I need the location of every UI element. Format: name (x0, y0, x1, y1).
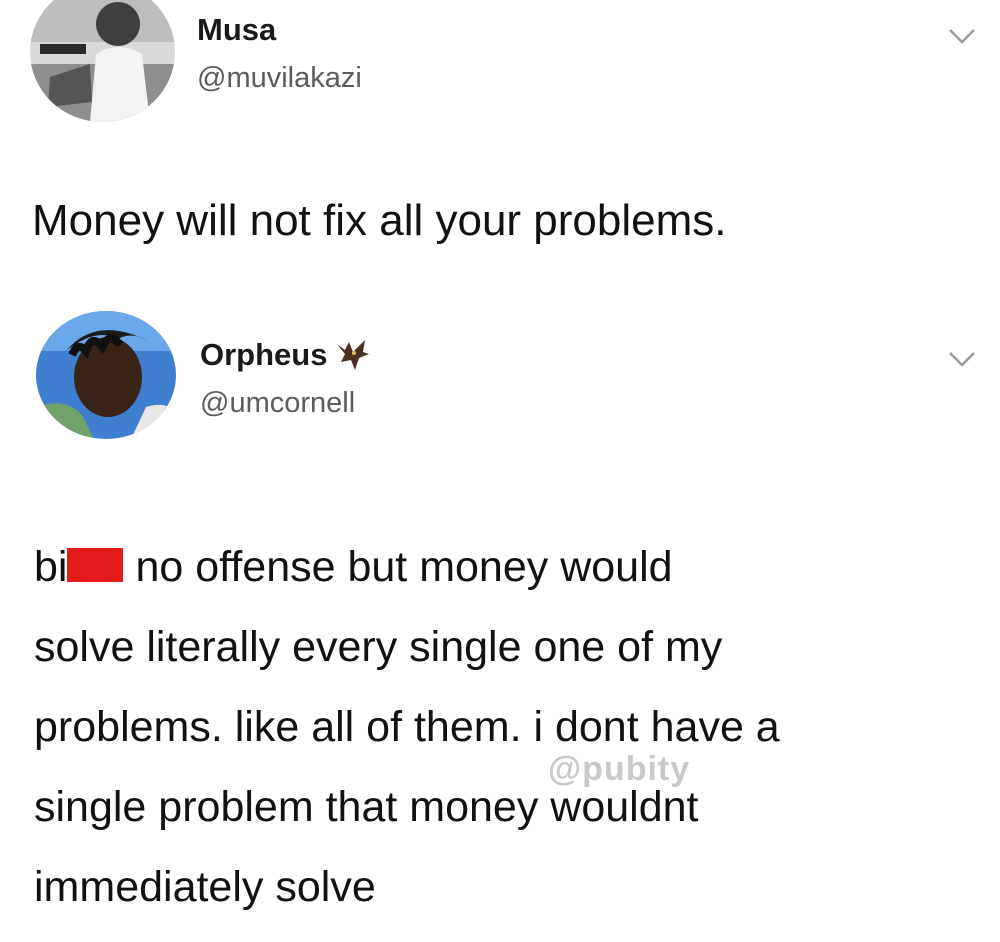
profile-photo-icon (30, 0, 175, 122)
chevron-down-icon[interactable] (946, 349, 978, 369)
tweet-text-line: immediately solve (34, 863, 376, 911)
display-name[interactable]: Orpheus (200, 337, 371, 373)
tweet-text: Money will not fix all your problems. (32, 196, 727, 245)
tweet-orpheus: Orpheus @umcornell bi no offense but mone… (0, 295, 1000, 942)
watermark: @pubity (548, 750, 691, 788)
tweet-musa: Musa @muvilakazi Money will not fix all … (0, 0, 1000, 290)
avatar[interactable] (36, 311, 176, 439)
chevron-down-icon[interactable] (946, 26, 978, 46)
display-name-text[interactable]: Musa (197, 12, 276, 48)
user-handle[interactable]: @muvilakazi (197, 62, 362, 95)
profile-photo-icon (36, 311, 176, 439)
tweet-text-segment: no offense but money would (135, 543, 673, 591)
censor-bar (67, 548, 124, 582)
censored-word-prefix: bi (34, 543, 68, 591)
user-handle[interactable]: @umcornell (200, 387, 355, 420)
display-name-text[interactable]: Orpheus (200, 337, 327, 373)
bat-emoji-icon (337, 340, 370, 370)
tweet-text: bi no offense but money would solve liter… (34, 527, 780, 927)
tweet-text-line: bi no offense but money would (34, 527, 780, 607)
tweet-text-line: solve literally every single one of my (34, 623, 723, 671)
avatar[interactable] (30, 0, 175, 122)
display-name[interactable]: Musa (197, 12, 276, 48)
